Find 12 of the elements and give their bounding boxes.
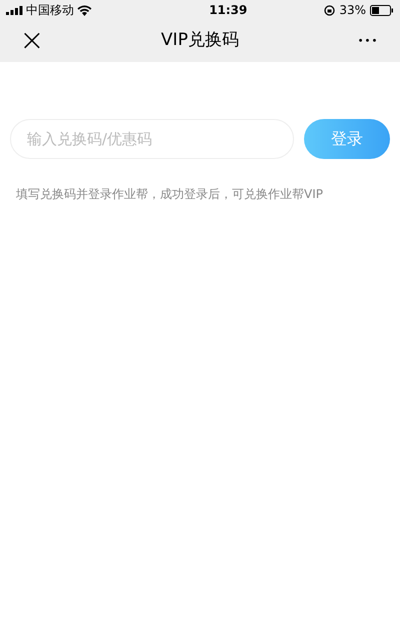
carrier-name: 中国移动 <box>26 2 74 19</box>
rotation-lock-icon <box>324 4 336 16</box>
close-button[interactable]: × <box>18 26 46 56</box>
signal-icon <box>6 6 23 14</box>
clock-time: 11:39 <box>209 2 248 19</box>
hint-text: 填写兑换码并登录作业帮，成功登录后，可兑换作业帮VIP <box>15 186 324 203</box>
battery-icon <box>370 4 394 16</box>
wifi-icon <box>77 4 92 16</box>
code-input-field[interactable]: 输入兑换码/优惠码 <box>10 119 294 159</box>
more-button[interactable]: ••• <box>354 34 382 48</box>
battery-percent: 33% <box>339 2 366 19</box>
page-title: VIP兑换码 <box>161 29 239 52</box>
